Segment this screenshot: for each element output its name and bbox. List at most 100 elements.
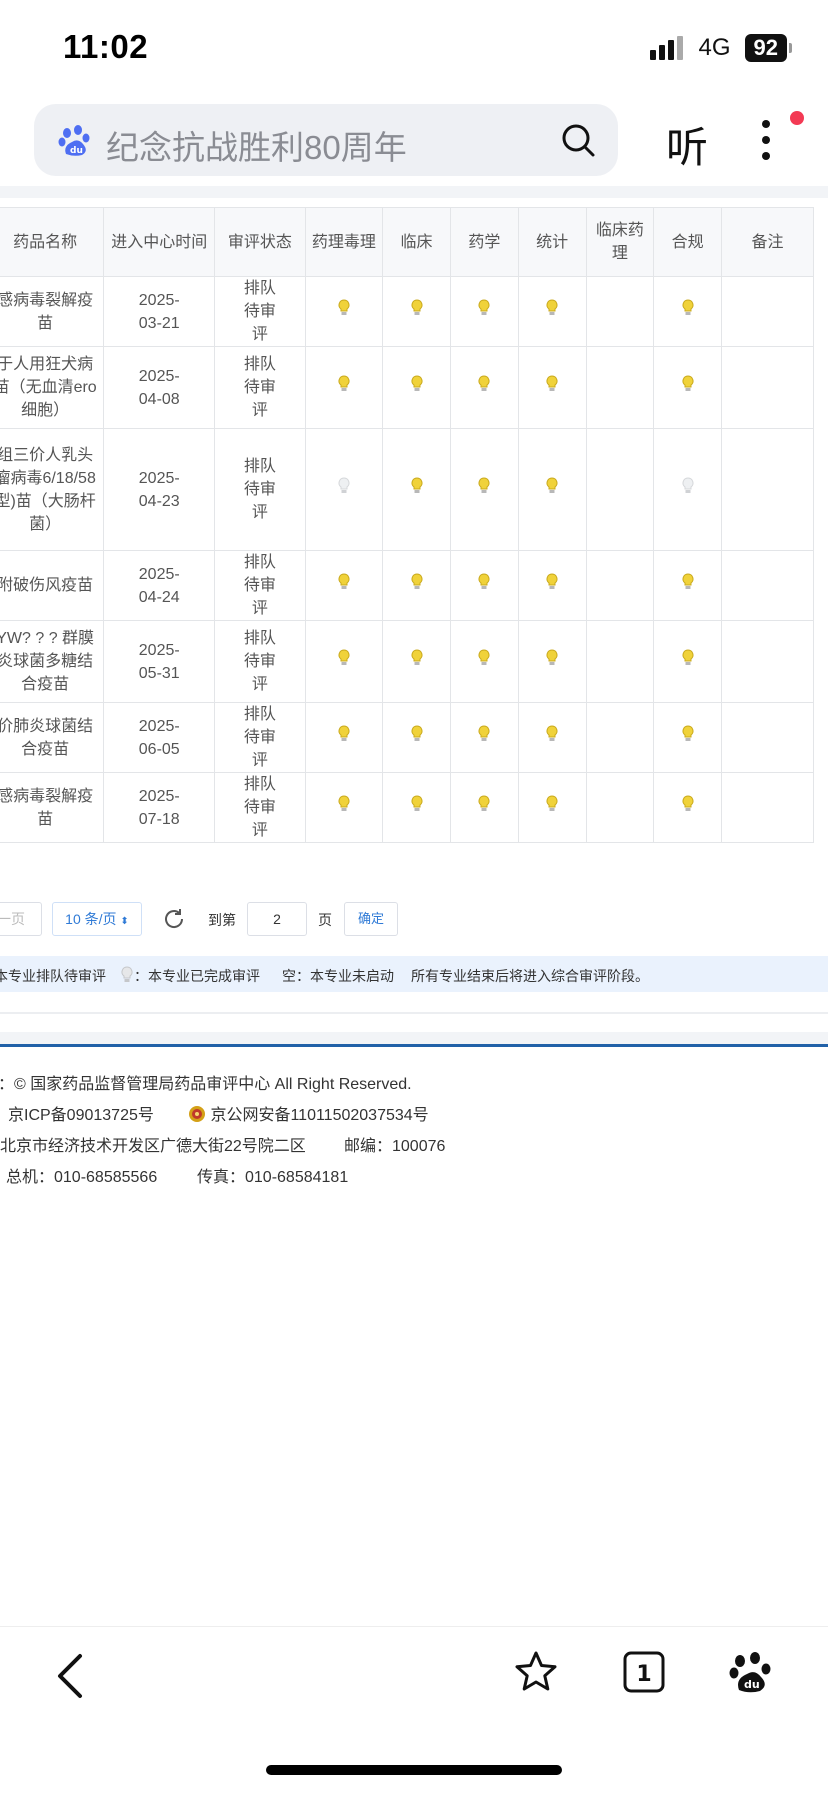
cell-compliance xyxy=(653,276,723,347)
bulb-on-icon xyxy=(338,649,350,665)
table-row: 组三价人乳头瘤病毒6/18/58型)苗（大肠杆菌） 2025-04-23 排队待审评 xyxy=(0,428,814,551)
cell-clinical xyxy=(382,702,451,773)
cell-remark xyxy=(721,772,814,843)
svg-text:1: 1 xyxy=(636,1662,651,1687)
col-header-date: 进入中心时间 xyxy=(103,207,216,277)
tabs-icon[interactable]: 1 xyxy=(622,1650,666,1694)
bulb-on-icon xyxy=(338,573,350,589)
baidu-paw-icon[interactable]: du xyxy=(729,1650,773,1694)
footer-police-link[interactable]: 京公网安备11011502037534号 xyxy=(188,1101,429,1125)
svg-text:du: du xyxy=(70,146,83,156)
cell-remark xyxy=(721,428,814,551)
cell-remark xyxy=(721,702,814,773)
cell-drug-name: 感病毒裂解疫苗 xyxy=(0,772,105,843)
cell-compliance xyxy=(653,772,723,843)
bulb-on-icon xyxy=(478,649,490,665)
status-indicators: 4G 92 xyxy=(649,34,792,62)
cell-clinpharm xyxy=(585,702,655,773)
review-table: 药品名称 进入中心时间 审评状态 药理毒理 临床 药学 统计 临床药理 合规 备… xyxy=(0,207,814,843)
confirm-button[interactable]: 确定 xyxy=(344,902,398,936)
more-icon[interactable] xyxy=(760,118,772,162)
cell-pharmacy xyxy=(449,702,519,773)
cell-pharmtox xyxy=(304,276,384,347)
cell-remark xyxy=(721,346,814,429)
col-header-compliance: 合规 xyxy=(653,207,723,277)
bulb-on-icon xyxy=(682,375,694,391)
review-table-container[interactable]: 药品名称 进入中心时间 审评状态 药理毒理 临床 药学 统计 临床药理 合规 备… xyxy=(0,207,828,879)
cell-statistics xyxy=(517,620,587,703)
bulb-on-icon xyxy=(682,725,694,741)
bulb-on-icon xyxy=(478,477,490,493)
pagination: 一页 10 条/页 ⬍ 到第 2 页 确定 xyxy=(0,900,828,940)
bulb-off-icon xyxy=(338,477,350,493)
bulb-on-icon xyxy=(478,573,490,589)
cell-entry-date: 2025-04-23 xyxy=(103,428,216,551)
search-query[interactable]: 纪念抗战胜利80周年 xyxy=(106,121,407,169)
footer-postcode: 邮编：100076 xyxy=(344,1138,446,1155)
table-row: YW? ? ? 群膜炎球菌多糖结合疫苗 2025-05-31 排队待审评 xyxy=(0,620,814,703)
cell-review-status: 排队待审评 xyxy=(214,702,306,773)
legend-note: 所有专业结束后将进入综合审评阶段。 xyxy=(411,968,649,984)
bulb-on-icon xyxy=(682,573,694,589)
col-header-name: 药品名称 xyxy=(0,207,105,277)
cell-remark xyxy=(721,620,814,703)
cell-clinical xyxy=(382,550,451,621)
col-header-statistics: 统计 xyxy=(517,207,587,277)
cell-pharmtox xyxy=(304,550,384,621)
bulb-off-icon xyxy=(682,477,694,493)
cell-pharmtox xyxy=(304,620,384,703)
cell-pharmtox xyxy=(304,428,384,551)
footer-rule xyxy=(0,1044,828,1047)
footer-police-text: 京公网安备11011502037534号 xyxy=(210,1107,429,1124)
bulb-on-icon xyxy=(478,375,490,391)
back-icon[interactable] xyxy=(52,1650,88,1702)
col-header-pharmtox: 药理毒理 xyxy=(304,207,384,277)
cell-compliance xyxy=(653,428,723,551)
col-header-status: 审评状态 xyxy=(214,207,306,277)
cell-drug-name: 价肺炎球菌结合疫苗 xyxy=(0,702,105,773)
bulb-on-icon xyxy=(478,795,490,811)
page-unit-label: 页 xyxy=(318,912,332,928)
search-bar[interactable]: du 纪念抗战胜利80周年 xyxy=(34,104,618,176)
cell-drug-name: 附破伤风疫苗 xyxy=(0,550,105,621)
cell-compliance xyxy=(653,550,723,621)
footer-phone: 总机：010-68585566 xyxy=(6,1169,158,1186)
cell-clinpharm xyxy=(585,620,655,703)
table-row: 感病毒裂解疫苗 2025-03-21 排队待审评 xyxy=(0,276,814,347)
battery-level: 92 xyxy=(744,34,787,62)
star-icon[interactable] xyxy=(514,1650,558,1694)
legend-done: ：本专业已完成审评 xyxy=(134,968,260,984)
listen-button[interactable]: 听 xyxy=(666,114,708,175)
cell-clinpharm xyxy=(585,428,655,551)
cell-entry-date: 2025-07-18 xyxy=(103,772,216,843)
signal-icon xyxy=(649,36,683,60)
search-icon[interactable] xyxy=(560,122,596,158)
goto-label: 到第 xyxy=(208,912,236,928)
cell-entry-date: 2025-04-24 xyxy=(103,550,216,621)
svg-text:du: du xyxy=(744,1678,760,1691)
table-header-row: 药品名称 进入中心时间 审评状态 药理毒理 临床 药学 统计 临床药理 合规 备… xyxy=(0,207,814,277)
legend-bar: 本专业排队待审评 ：本专业已完成审评 空：本专业未启动 所有专业结束后将进入综合… xyxy=(0,956,828,992)
page-size-select[interactable]: 10 条/页 ⬍ xyxy=(52,902,142,936)
col-header-clinical: 临床 xyxy=(382,207,451,277)
bulb-on-icon xyxy=(682,299,694,315)
table-row: 于人用狂犬病苗（无血清ero细胞） 2025-04-08 排队待审评 xyxy=(0,346,814,429)
cell-review-status: 排队待审评 xyxy=(214,428,306,551)
bulb-on-icon xyxy=(338,299,350,315)
status-time: 11:02 xyxy=(63,28,149,65)
goto-page-input[interactable]: 2 xyxy=(247,902,307,936)
bulb-on-icon xyxy=(411,299,423,315)
cell-pharmtox xyxy=(304,702,384,773)
legend-done-item: ：本专业已完成审评 xyxy=(120,966,260,986)
battery-cap xyxy=(789,43,792,53)
cell-clinpharm xyxy=(585,346,655,429)
cell-remark xyxy=(721,276,814,347)
legend-queued: 本专业排队待审评 xyxy=(0,968,106,984)
footer-icp-link[interactable]: 京ICP备09013725号 xyxy=(8,1101,154,1125)
cell-statistics xyxy=(517,702,587,773)
bulb-on-icon xyxy=(411,375,423,391)
refresh-icon[interactable] xyxy=(162,907,186,931)
notification-dot xyxy=(790,111,804,125)
cell-review-status: 排队待审评 xyxy=(214,620,306,703)
prev-page-button[interactable]: 一页 xyxy=(0,902,42,936)
